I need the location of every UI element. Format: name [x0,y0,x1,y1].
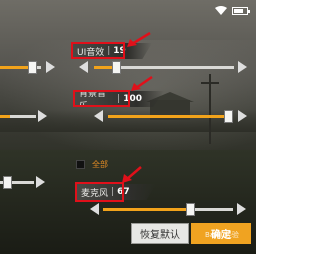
restore-defaults-button[interactable]: 恢复默认 [131,223,189,244]
watermark: Baidu经验 [205,231,239,239]
bgm-volume-slider-fill [108,115,224,118]
annotation-box-ui-volume [71,42,125,59]
left-column-slider-track-2 [10,115,36,118]
annotation-arrow-icon [122,166,142,183]
left-column-increase-arrow-3[interactable] [36,176,45,188]
status-bar [215,6,250,15]
left-column-slider-fill-2 [0,115,10,118]
bgm-volume-decrease-arrow[interactable] [94,110,103,122]
ui-volume-decrease-arrow[interactable] [79,61,88,73]
wifi-icon [215,6,227,15]
select-all-checkbox[interactable] [76,160,85,169]
left-column-slider-fill-1 [0,66,30,69]
mic-volume-slider-fill [103,208,190,211]
annotation-box-bgm-volume [73,90,130,107]
annotation-arrow-icon [131,76,153,91]
annotation-arrow-icon [127,32,151,47]
game-settings-screen: UI音效 | 19 背景音乐 | 100 全部 麦克风 | 67 [0,0,256,254]
left-column-slider-track-1 [37,66,41,69]
mic-volume-decrease-arrow[interactable] [90,203,99,215]
background-utility-pole-bar [201,82,219,84]
left-column-increase-arrow-1[interactable] [46,61,55,73]
left-column-slider-thumb-3[interactable] [3,176,12,189]
background-utility-pole [209,74,211,144]
battery-icon [232,6,250,15]
ui-volume-increase-arrow[interactable] [238,61,247,73]
mic-volume-increase-arrow[interactable] [237,203,246,215]
bgm-volume-increase-arrow[interactable] [238,110,247,122]
mic-volume-slider-thumb[interactable] [186,203,195,216]
left-column-increase-arrow-2[interactable] [38,110,47,122]
bgm-volume-slider-thumb[interactable] [224,110,233,123]
select-all-label: 全部 [92,160,108,169]
left-column-slider-thumb-1[interactable] [28,61,37,74]
annotation-box-mic-volume [75,182,124,202]
ui-volume-slider-thumb[interactable] [112,61,121,74]
left-column-slider-track-3b [12,181,34,184]
